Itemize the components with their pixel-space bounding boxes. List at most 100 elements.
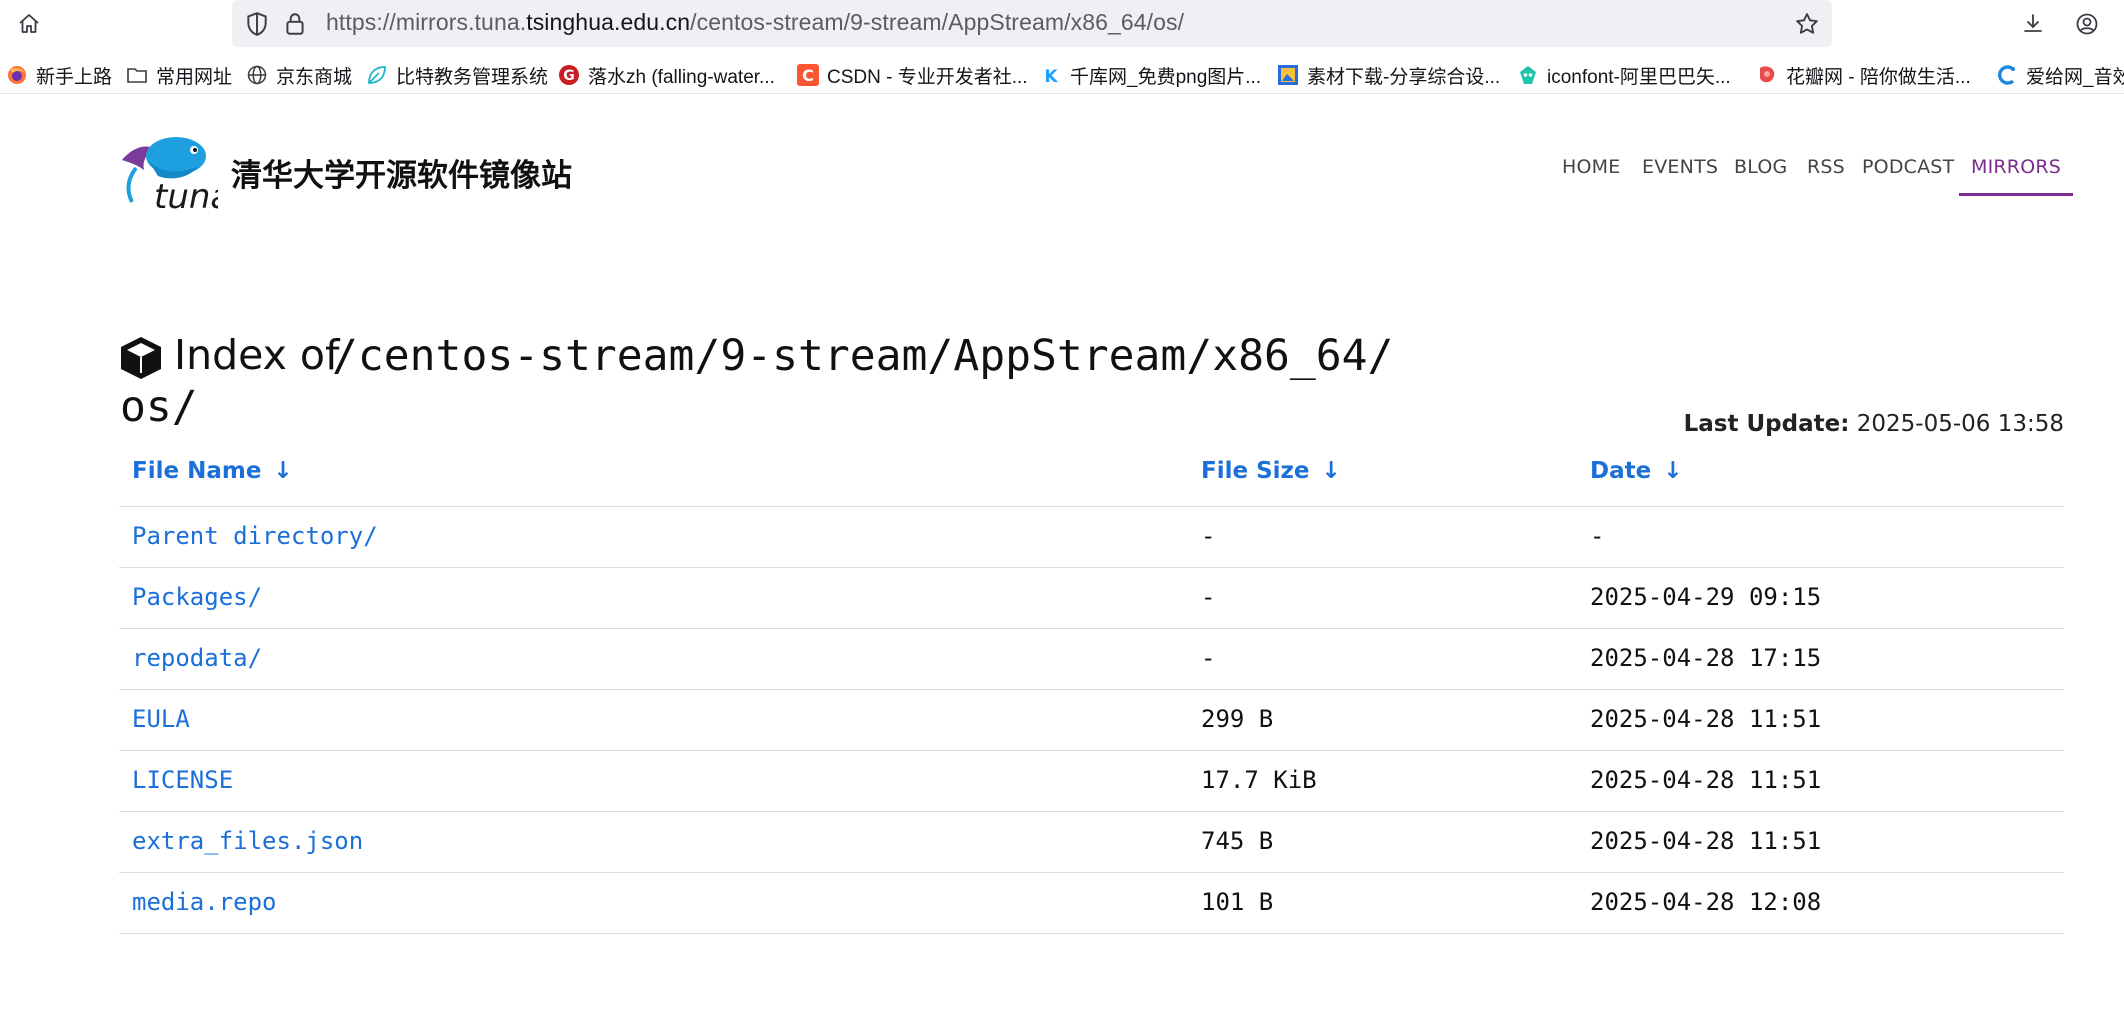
file-size: - <box>1201 644 1216 672</box>
bookmark-item[interactable]: G 落水zh (falling-water... <box>558 56 775 93</box>
tuna-logo[interactable]: tuna <box>118 130 218 212</box>
file-date: 2025-04-28 11:51 <box>1590 827 1822 855</box>
nav-events[interactable]: EVENTS <box>1642 156 1718 196</box>
firefox-icon <box>8 66 26 84</box>
bookmark-item[interactable]: 京东商城 <box>246 56 353 93</box>
file-size: - <box>1201 583 1216 611</box>
bookmark-label: iconfont-阿里巴巴矢... <box>1547 66 1731 88</box>
sort-arrow-icon: ↓ <box>273 458 293 484</box>
heading-prefix: Index of <box>174 331 340 379</box>
bookmark-label: 爱给网_音效 <box>2026 66 2124 88</box>
bookmark-item[interactable]: iconfont-阿里巴巴矢... <box>1517 56 1731 93</box>
svg-text:K: K <box>1044 67 1058 86</box>
file-date: 2025-04-28 11:51 <box>1590 705 1822 733</box>
home-button[interactable] <box>12 8 46 40</box>
bookmark-label: 比特教务管理系统 <box>396 66 549 88</box>
column-header-label: File Name <box>132 458 262 484</box>
svg-text:tuna: tuna <box>154 177 218 212</box>
bookmark-item[interactable]: 新手上路 <box>6 56 113 93</box>
file-link-eula[interactable]: EULA <box>132 705 190 733</box>
bookmark-label: 京东商城 <box>276 66 353 88</box>
download-icon <box>2024 14 2042 32</box>
row-divider <box>119 811 2064 812</box>
last-update: Last Update: 2025-05-06 13:58 <box>1684 411 2064 437</box>
csdn-icon: C <box>797 64 819 86</box>
account-button[interactable] <box>2070 8 2104 40</box>
file-link-parent-directory[interactable]: Parent directory/ <box>132 522 378 550</box>
file-size: 17.7 KiB <box>1201 766 1317 794</box>
file-link-repodata[interactable]: repodata/ <box>132 644 262 672</box>
file-link-media-repo[interactable]: media.repo <box>132 888 277 916</box>
file-date: 2025-04-28 11:51 <box>1590 766 1822 794</box>
row-divider <box>119 933 2064 934</box>
row-divider <box>119 506 2064 507</box>
bookmark-label: 落水zh (falling-water... <box>588 66 775 88</box>
gitee-icon: G <box>559 65 579 85</box>
column-header-date[interactable]: Date ↓ <box>1590 458 1683 484</box>
bookmark-item[interactable]: 比特教务管理系统 <box>366 56 549 93</box>
bookmark-label: 常用网址 <box>156 66 233 88</box>
svg-text:G: G <box>563 68 575 84</box>
heading-path-line1: /centos-stream/9-stream/AppStream/x86_64… <box>332 331 1394 381</box>
file-size: 745 B <box>1201 827 1274 855</box>
column-header-file-name[interactable]: File Name ↓ <box>132 458 293 484</box>
column-header-file-size[interactable]: File Size ↓ <box>1201 458 1341 484</box>
qianku-icon: K <box>1044 67 1058 86</box>
cube-icon <box>121 337 161 379</box>
folder-icon <box>127 68 147 83</box>
nav-mirrors[interactable]: MIRRORS <box>1959 156 2074 196</box>
nav-podcast[interactable]: PODCAST <box>1862 156 1954 196</box>
nav-home[interactable]: HOME <box>1562 156 1620 196</box>
bookmark-item[interactable]: 爱给网_音效 <box>1996 56 2124 93</box>
bookmark-label: 千库网_免费png图片... <box>1070 66 1262 88</box>
file-link-license[interactable]: LICENSE <box>132 766 233 794</box>
column-header-label: File Size <box>1201 458 1310 484</box>
bookmark-label: 素材下载-分享综合设... <box>1307 66 1501 88</box>
file-link-packages[interactable]: Packages/ <box>132 583 262 611</box>
url-prefix: https://mirrors.tuna. <box>326 9 527 35</box>
shield-icon[interactable] <box>244 11 270 37</box>
home-icon <box>19 14 39 33</box>
account-icon <box>2076 13 2098 35</box>
file-date: 2025-04-28 17:15 <box>1590 644 1822 672</box>
site-title[interactable]: 清华大学开源软件镜像站 <box>231 150 572 195</box>
lock-icon[interactable] <box>282 11 308 37</box>
column-header-label: Date <box>1590 458 1652 484</box>
bookmark-item[interactable]: K 千库网_免费png图片... <box>1040 56 1262 93</box>
row-divider <box>119 689 2064 690</box>
bookmark-label: 新手上路 <box>36 66 113 88</box>
row-divider <box>119 567 2064 568</box>
heading-path-line2: os/ <box>120 382 198 432</box>
last-update-label: Last Update: <box>1683 411 1850 437</box>
file-size: 101 B <box>1201 888 1274 916</box>
bookmark-item[interactable]: C CSDN - 专业开发者社... <box>797 56 1028 93</box>
row-divider <box>119 750 2064 751</box>
nav-rss[interactable]: RSS <box>1807 156 1845 196</box>
svg-text:C: C <box>802 66 814 85</box>
globe-icon <box>247 65 267 85</box>
bookmark-item[interactable]: 花瓣网 - 陪你做生活... <box>1756 56 1971 93</box>
sort-arrow-icon: ↓ <box>1321 458 1341 484</box>
bookmark-label: 花瓣网 - 陪你做生活... <box>1786 66 1971 88</box>
leaf-icon <box>368 66 386 84</box>
file-size: - <box>1201 522 1216 550</box>
file-size: 299 B <box>1201 705 1274 733</box>
bookmark-folder[interactable]: 常用网址 <box>126 56 233 93</box>
aigei-icon <box>1998 65 2015 85</box>
url-bar[interactable]: https://mirrors.tuna.tsinghua.edu.cn/cen… <box>232 0 1832 47</box>
downloads-button[interactable] <box>2016 8 2050 40</box>
row-divider <box>119 872 2064 873</box>
row-divider <box>119 628 2064 629</box>
last-update-value: 2025-05-06 13:58 <box>1856 411 2064 437</box>
url-text[interactable]: https://mirrors.tuna.tsinghua.edu.cn/cen… <box>326 9 1184 36</box>
file-date: 2025-04-28 12:08 <box>1590 888 1822 916</box>
file-link-extra-files-json[interactable]: extra_files.json <box>132 827 363 855</box>
file-date: - <box>1590 522 1605 550</box>
nav-blog[interactable]: BLOG <box>1734 156 1787 196</box>
bookmark-item[interactable]: 素材下载-分享综合设... <box>1277 56 1501 93</box>
bookmark-star-icon[interactable] <box>1794 11 1820 37</box>
huaban-icon <box>1760 66 1775 83</box>
bookmarks-bar: 新手上路 常用网址 京东商城 比特教务管理系统 G 落水zh (falling-… <box>0 56 2124 94</box>
url-host: tsinghua.edu.cn <box>526 9 691 35</box>
browser-toolbar: https://mirrors.tuna.tsinghua.edu.cn/cen… <box>0 0 2124 48</box>
